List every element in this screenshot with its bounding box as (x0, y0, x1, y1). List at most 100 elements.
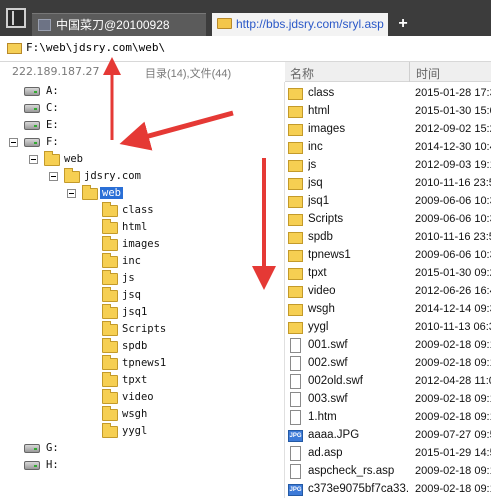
file-row[interactable]: JPG c373e9075bf7ca33... 2009-02-18 09:1 (285, 481, 491, 498)
file-row[interactable]: tpnews1 2009-06-06 10:3 (285, 247, 491, 265)
file-time: 2009-06-06 10:3 (415, 213, 491, 225)
file-row[interactable]: class 2015-01-28 17:36 (285, 85, 491, 103)
column-time[interactable]: 时间 (416, 65, 440, 82)
file-row[interactable]: 003.swf 2009-02-18 09:1 (285, 391, 491, 409)
sidebar-toggle-icon[interactable] (6, 8, 26, 28)
tab-caidao[interactable]: 中国菜刀@20100928 (32, 13, 206, 36)
tree-subfolder[interactable]: wsgh (0, 406, 200, 424)
collapse-toggle[interactable] (9, 138, 18, 147)
column-divider[interactable] (409, 62, 410, 82)
file-row[interactable]: html 2015-01-30 15:01 (285, 103, 491, 121)
file-time: 2009-06-06 10:3 (415, 195, 491, 207)
file-row[interactable]: jsq1 2009-06-06 10:3 (285, 193, 491, 211)
file-time: 2015-01-30 09:2 (415, 267, 491, 279)
file-row[interactable]: Scripts 2009-06-06 10:3 (285, 211, 491, 229)
tree-drive-c[interactable]: C: (0, 101, 120, 118)
folder-icon (288, 124, 303, 136)
tree-drive-h[interactable]: H: (0, 458, 120, 475)
tree-drive-f[interactable]: F: (0, 135, 120, 152)
file-icon (290, 392, 301, 407)
tree-subfolder[interactable]: tpnews1 (0, 355, 200, 373)
folder-icon (288, 106, 303, 118)
file-time: 2012-09-03 19:1 (415, 159, 491, 171)
file-name: 1.htm (308, 411, 337, 423)
folder-open-icon (82, 185, 98, 200)
file-time: 2009-02-18 09:1 (415, 483, 491, 495)
folder-icon (288, 88, 303, 100)
tree-subfolder[interactable]: tpxt (0, 372, 200, 390)
tree-subfolder[interactable]: inc (0, 253, 200, 271)
file-time: 2009-02-18 09:1 (415, 411, 491, 423)
tree-subfolder[interactable]: jsq1 (0, 304, 200, 322)
tree-subfolder[interactable]: spdb (0, 338, 200, 356)
tree-label: jdsry.com (84, 170, 141, 182)
file-list: class 2015-01-28 17:36 html 2015-01-30 15:… (285, 82, 491, 498)
tree-label: E: (46, 119, 59, 131)
file-row[interactable]: spdb 2010-11-16 23:5 (285, 229, 491, 247)
folder-icon (102, 355, 118, 370)
file-row[interactable]: 001.swf 2009-02-18 09:1 (285, 337, 491, 355)
file-name: class (308, 87, 335, 99)
file-row[interactable]: 002.swf 2009-02-18 09:1 (285, 355, 491, 373)
tree-drive-a[interactable]: A: (0, 84, 120, 101)
column-headers: 名称 时间 (285, 62, 491, 82)
file-name: Scripts (308, 213, 344, 225)
tree-folder-web-selected[interactable]: web (0, 185, 150, 203)
file-row[interactable]: jsq 2010-11-16 23:5 (285, 175, 491, 193)
tree-label: F: (46, 136, 59, 148)
file-row[interactable]: yygl 2010-11-13 06:3 (285, 319, 491, 337)
new-tab-button[interactable]: + (394, 15, 412, 33)
tree-label: Scripts (122, 323, 167, 335)
tree-label: web (100, 187, 123, 199)
tab-label: http://bbs.jdsry.com/sryl.asp (236, 17, 384, 31)
tree-subfolder[interactable]: js (0, 270, 200, 288)
folder-icon (288, 286, 303, 298)
column-name[interactable]: 名称 (290, 65, 314, 82)
file-row[interactable]: video 2012-06-26 16:4 (285, 283, 491, 301)
folder-icon (288, 268, 303, 280)
tree-subfolder[interactable]: yygl (0, 423, 200, 441)
file-time: 2009-02-18 09:1 (415, 393, 491, 405)
file-time: 2014-12-30 10:4 (415, 141, 491, 153)
tab-label: 中国菜刀@20100928 (56, 18, 170, 32)
tree-subfolder[interactable]: class (0, 202, 200, 220)
file-icon (290, 338, 301, 353)
collapse-toggle[interactable] (49, 172, 58, 181)
folder-icon (102, 270, 118, 285)
tree-subfolder[interactable]: jsq (0, 287, 200, 305)
file-row[interactable]: images 2012-09-02 15:2 (285, 121, 491, 139)
tree-drive-e[interactable]: E: (0, 118, 120, 135)
folder-icon (102, 389, 118, 404)
file-time: 2009-02-18 09:1 (415, 357, 491, 369)
tree-folder-web[interactable]: web (0, 151, 150, 169)
file-row[interactable]: aspcheck_rs.asp 2009-02-18 09:1 (285, 463, 491, 481)
tree-subfolder[interactable]: html (0, 219, 200, 237)
tab-url[interactable]: http://bbs.jdsry.com/sryl.asp (212, 13, 388, 36)
file-row[interactable]: 1.htm 2009-02-18 09:1 (285, 409, 491, 427)
file-time: 2009-02-18 09:1 (415, 339, 491, 351)
file-row[interactable]: js 2012-09-03 19:1 (285, 157, 491, 175)
tree-subfolder[interactable]: Scripts (0, 321, 200, 339)
folder-icon (7, 43, 22, 54)
file-row[interactable]: inc 2014-12-30 10:4 (285, 139, 491, 157)
address-path[interactable]: F:\web\jdsry.com\web\ (26, 41, 165, 54)
file-row[interactable]: tpxt 2015-01-30 09:2 (285, 265, 491, 283)
address-bar[interactable]: F:\web\jdsry.com\web\ (0, 36, 491, 62)
collapse-toggle[interactable] (67, 189, 76, 198)
file-name: spdb (308, 231, 333, 243)
tree-subfolder[interactable]: video (0, 389, 200, 407)
file-row[interactable]: wsgh 2014-12-14 09:3 (285, 301, 491, 319)
file-row[interactable]: JPG aaaa.JPG 2009-07-27 09:5 (285, 427, 491, 445)
collapse-toggle[interactable] (29, 155, 38, 164)
tree-label: js (122, 272, 135, 284)
folder-icon (102, 423, 118, 438)
file-row[interactable]: ad.asp 2015-01-29 14:5 (285, 445, 491, 463)
tree-drive-g[interactable]: G: (0, 441, 120, 458)
folder-icon (288, 214, 303, 226)
tree-subfolder[interactable]: images (0, 236, 200, 254)
tree-label: H: (46, 459, 59, 471)
file-row[interactable]: 002old.swf 2012-04-28 11:0 (285, 373, 491, 391)
folder-icon (102, 236, 118, 251)
folder-icon (288, 142, 303, 154)
tree-folder-jdsry[interactable]: jdsry.com (0, 168, 170, 186)
